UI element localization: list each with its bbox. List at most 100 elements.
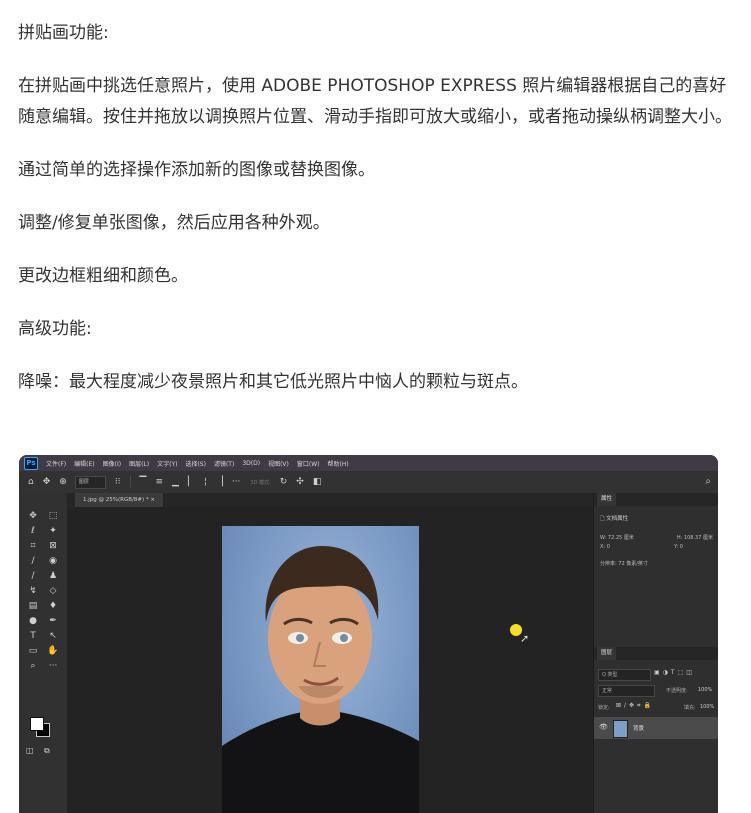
opacity-value[interactable]: 100% [698,687,712,693]
foreground-color-swatch[interactable] [30,717,44,731]
layer-name: 背景 [633,726,645,732]
align-bottom-icon[interactable]: ▁ [172,477,179,487]
stamp-icon[interactable]: ♟ [45,571,61,581]
history-brush-icon[interactable]: ↯ [25,586,41,596]
quick-mask-icon[interactable]: ◫ [26,746,34,755]
shape-icon[interactable]: ▭ [25,646,41,656]
width-value: W: 72.25 厘米 [600,535,634,541]
transform-controls-icon[interactable]: ⁝⁝ [115,477,121,487]
lasso-icon[interactable]: ℓ [25,526,41,536]
layer-row-background[interactable]: 👁 背景 [594,717,718,739]
position-row: X: 0 Y: 0 [594,541,718,550]
brush-icon[interactable]: ∕ [25,571,41,581]
magic-wand-icon[interactable]: ✦ [45,526,61,536]
blur-icon[interactable]: ♦ [45,601,61,611]
align-middle-icon[interactable]: ≡ [155,477,163,487]
document-properties-label: 🗋 文档属性 [594,506,718,524]
align-right-icon[interactable]: ▕ [216,477,223,487]
article: 拼贴画功能: 在拼贴画中挑选任意照片，使用 ADOBE PHOTOSHOP EX… [18,18,733,420]
cursor-arrow-icon: ➚ [520,632,530,645]
paragraph-add-image: 通过简单的选择操作添加新的图像或替换图像。 [18,160,375,180]
screen-mode-icon[interactable]: ⧉ [44,746,50,756]
section-heading-collage: 拼贴画功能: [18,23,109,43]
blend-mode-select[interactable]: 正常 [598,685,655,697]
portrait-photo [222,526,419,813]
ps-logo: Ps [24,456,38,470]
layer-filter-icons[interactable]: ▣◑T⬚◫ [654,669,695,676]
eye-icon[interactable]: 👁 [599,723,608,731]
more-tools-icon[interactable]: ··· [45,661,61,671]
frame-icon[interactable]: ⊠ [45,541,61,551]
document-tab[interactable]: 1.jpg @ 25%(RGB/8#) * × [75,493,163,507]
menu-edit[interactable]: 编辑(E) [74,459,94,468]
healing-icon[interactable]: ◉ [45,556,61,566]
paragraph-adjust-image: 调整/修复单张图像，然后应用各种外观。 [18,213,330,233]
move-tool-icon[interactable]: ✥ [43,477,51,487]
menu-filter[interactable]: 滤镜(T) [214,459,234,468]
document-tabs: 1.jpg @ 25%(RGB/8#) * × [67,493,611,507]
3d-mode-label: 3D 模式: [250,479,271,486]
fill-label: 填充: [684,705,696,711]
layer-thumbnail [613,720,628,738]
fill-value[interactable]: 100% [700,704,714,710]
menu-type[interactable]: 文字(Y) [157,459,177,468]
lock-icons[interactable]: ⊠∕✥⌗🔒 [616,702,654,710]
home-icon[interactable]: ⌂ [28,477,34,487]
ps-menubar: Ps 文件(F) 编辑(E) 图像(I) 图层(L) 文字(Y) 选择(S) 滤… [19,455,718,471]
gradient-icon[interactable]: ▤ [25,601,41,611]
options-divider [129,476,131,488]
align-center-icon[interactable]: ¦ [204,477,207,487]
layers-tabbar: 图层 [594,647,718,660]
x-value: X: 0 [600,544,610,550]
move-icon[interactable]: ✥ [25,511,41,521]
menu-view[interactable]: 视图(V) [268,459,289,468]
height-value: H: 108.37 厘米 [676,535,713,541]
menu-image[interactable]: 图像(I) [103,459,121,468]
marquee-icon[interactable]: ⬚ [45,511,61,521]
3d-orbit-icon[interactable]: ↻ [280,477,288,487]
properties-tabbar: 属性 [594,493,718,506]
pen-icon[interactable]: ✒ [45,616,61,626]
opacity-label: 不透明度: [666,688,688,694]
3d-video-icon[interactable]: ◧ [313,477,322,487]
crop-icon[interactable]: ⌗ [25,541,41,551]
dodge-icon[interactable]: ● [25,616,41,626]
search-icon[interactable]: ⌕ [705,476,711,487]
3d-pan-icon[interactable]: ✣ [296,477,304,487]
menu-3d[interactable]: 3D(D) [242,460,260,467]
menu-select[interactable]: 选择(S) [185,459,206,468]
eraser-icon[interactable]: ◇ [45,586,61,596]
auto-select-dropdown[interactable]: 图层 [74,475,106,489]
align-left-icon[interactable]: ▏ [188,477,195,487]
resolution-value: 分辨率: 72 像素/英寸 [600,561,648,567]
menu-help[interactable]: 帮助(H) [328,459,349,468]
ps-options-bar: ⌂ ✥ ⊕ 图层 ⁝⁝ ▔ ≡ ▁ ▏ ¦ ▕ ··· 3D 模式: ↻ ✣ ◧… [19,471,718,494]
section-heading-advanced: 高级功能: [18,319,92,339]
menu-window[interactable]: 窗口(W) [297,459,320,468]
paragraph-border: 更改边框粗细和颜色。 [18,266,188,286]
more-options-icon[interactable]: ··· [232,477,241,487]
properties-tab[interactable]: 属性 [597,493,617,506]
paragraph-collage-edit: 在拼贴画中挑选任意照片，使用 ADOBE PHOTOSHOP EXPRESS 照… [18,76,732,127]
portrait-illustration [222,546,419,813]
canvas-area[interactable]: ➚ [67,507,611,813]
auto-select-icon[interactable]: ⊕ [59,477,67,487]
photoshop-screenshot: Ps 文件(F) 编辑(E) 图像(I) 图层(L) 文字(Y) 选择(S) 滤… [19,455,718,813]
zoom-icon[interactable]: ⌕ [25,661,41,671]
path-select-icon[interactable]: ↖ [45,631,61,641]
document-properties-text: 文档属性 [606,516,629,522]
right-panels: 属性 🗋 文档属性 W: 72.25 厘米 H: 108.37 厘米 X: 0 … [593,493,718,813]
eyedropper-icon[interactable]: ∕ [25,556,41,566]
layer-filter-select[interactable]: Q 类型 [598,669,651,681]
align-top-icon[interactable]: ▔ [140,477,147,487]
menu-file[interactable]: 文件(F) [46,459,66,468]
type-icon[interactable]: T [25,631,41,641]
lock-label: 锁定: [598,705,610,711]
ps-toolbar: ✥ ⬚ ℓ ✦ ⌗ ⊠ ∕ ◉ ∕ ♟ ↯ ◇ ▤ ♦ ● ✒ T ↖ ▭ ✋ ⌕ ··· ◫ ⧉ [19,493,68,813]
paragraph-noise-reduction: 降噪：最大程度减少夜景照片和其它低光照片中恼人的颗粒与斑点。 [18,372,528,392]
size-row: W: 72.25 厘米 H: 108.37 厘米 [594,524,718,541]
menu-layer[interactable]: 图层(L) [129,459,149,468]
layers-tab[interactable]: 图层 [597,647,617,660]
hand-icon[interactable]: ✋ [45,646,61,656]
y-value: Y: 0 [674,544,683,550]
